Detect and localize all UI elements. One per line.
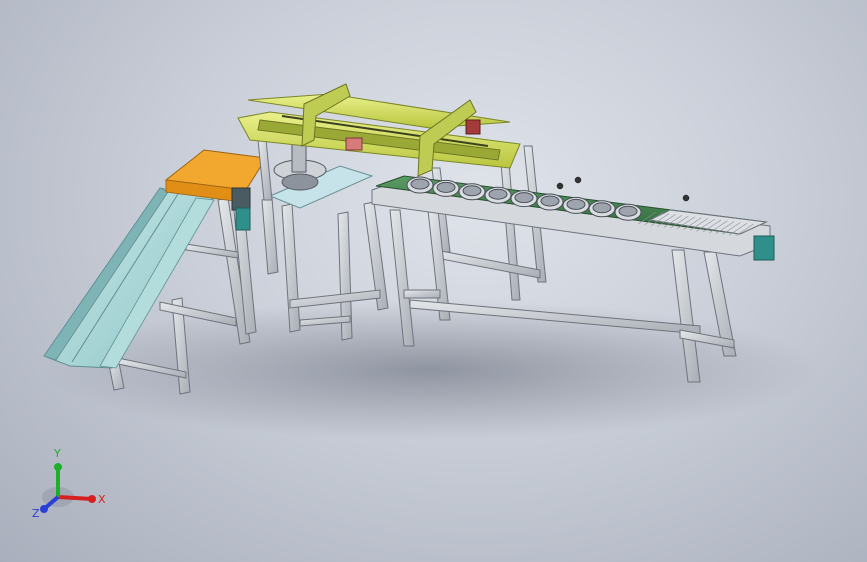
cup-inner [488,188,508,200]
cup-inner [410,178,430,190]
gantry-carriage [345,137,363,151]
cup-inner [514,192,534,204]
x-axis-line [57,495,93,501]
axis-triad: Y X Z [32,447,106,520]
x-axis-label: X [98,493,106,506]
cad-viewport[interactable]: Y X Z [0,0,867,562]
cup-inner [462,185,482,197]
assembly-model[interactable] [0,0,867,562]
chute-motor [231,187,251,231]
cup-inner [566,198,586,210]
cup-inner [436,181,456,193]
z-axis-label: Z [32,507,40,520]
y-axis-label: Y [53,447,61,460]
cup-inner [540,195,560,207]
cup-inner [618,205,638,217]
cup-inner [592,202,612,214]
output-motor [753,235,775,261]
